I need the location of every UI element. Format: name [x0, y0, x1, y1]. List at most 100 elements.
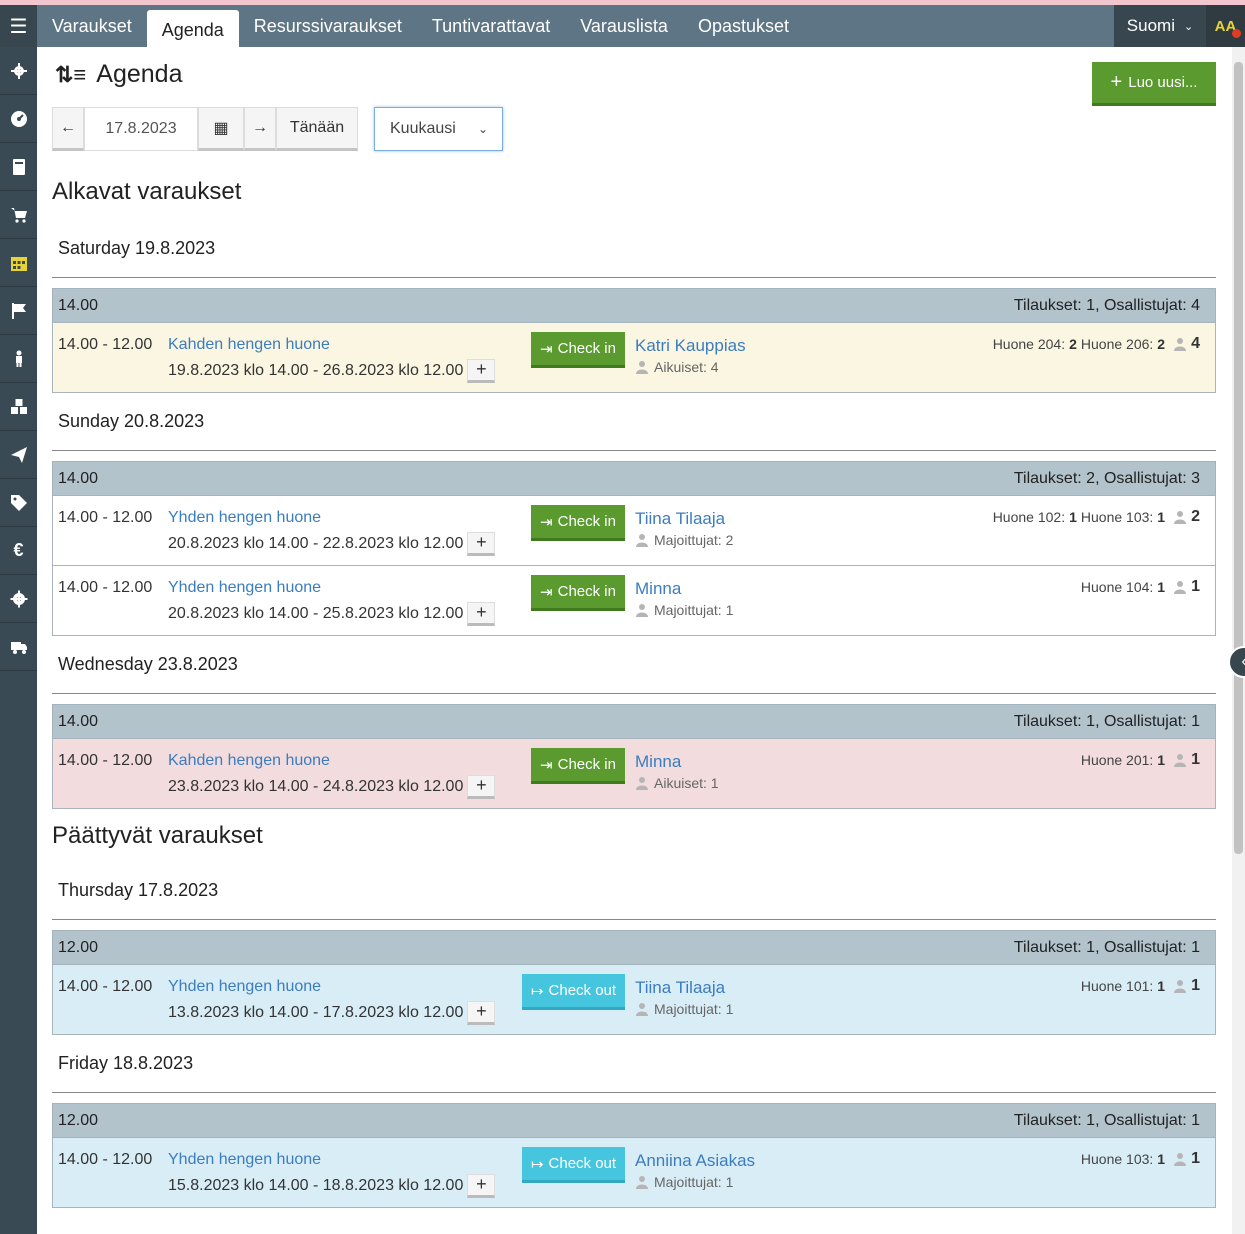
guest-name-link[interactable]: Tiina Tilaaja — [635, 509, 725, 529]
scrollbar-thumb[interactable] — [1234, 62, 1243, 854]
time-group-header: 12.00 Tilaukset: 1, Osallistujat: 1 — [52, 930, 1216, 965]
expand-plus-button[interactable]: + — [467, 775, 496, 799]
text-size-button[interactable]: AA — [1206, 5, 1245, 47]
room-name: Huone 204: — [992, 336, 1066, 352]
room-quantity: 1 — [1157, 752, 1166, 768]
date-input[interactable]: 17.8.2023 — [84, 107, 198, 151]
person-icon — [635, 533, 649, 547]
room-quantity: 1 — [1069, 509, 1077, 525]
tag-icon[interactable] — [0, 479, 37, 527]
person-icon[interactable] — [0, 335, 37, 383]
date-navigation: ← 17.8.2023 ▦ → Tänään — [52, 107, 358, 151]
period-select[interactable]: Kuukausi ⌄ — [374, 107, 503, 151]
truck-icon[interactable] — [0, 623, 37, 671]
check-in-button[interactable]: ⇥ Check in — [531, 332, 625, 368]
hamburger-icon[interactable]: ☰ — [0, 5, 37, 47]
tab-tuntivarattavat[interactable]: Tuntivarattavat — [417, 5, 565, 47]
create-new-button[interactable]: + Luo uusi... — [1092, 62, 1216, 106]
cubes-icon[interactable] — [0, 383, 37, 431]
calendar-picker-icon[interactable]: ▦ — [198, 107, 244, 151]
participant-count: 1 — [1191, 578, 1200, 595]
previous-arrow-icon[interactable]: ← — [52, 107, 84, 151]
room-type-link[interactable]: Yhden hengen huone — [168, 509, 321, 527]
room-assignments: Huone 204: 2 Huone 206: 2 4 — [993, 335, 1200, 353]
room-type-link[interactable]: Yhden hengen huone — [168, 1151, 321, 1169]
guest-count: Majoittujat: 1 — [635, 602, 733, 618]
booking-range-text: 19.8.2023 klo 14.00 - 26.8.2023 klo 12.0… — [168, 362, 464, 380]
room-type-link[interactable]: Kahden hengen huone — [168, 752, 330, 770]
check-out-button[interactable]: ↦ Check out — [522, 1147, 625, 1183]
send-icon[interactable] — [0, 431, 37, 479]
tab-varaukset[interactable]: Varaukset — [37, 5, 147, 47]
participant-count: 2 — [1191, 508, 1200, 525]
room-type-link[interactable]: Yhden hengen huone — [168, 978, 321, 996]
guest-count-text: Aikuiset: 1 — [654, 775, 719, 791]
expand-plus-button[interactable]: + — [467, 1174, 496, 1198]
guest-name-link[interactable]: Tiina Tilaaja — [635, 978, 725, 998]
person-icon — [1173, 979, 1187, 993]
language-selector[interactable]: Suomi ⌄ — [1114, 5, 1206, 47]
expand-plus-button[interactable]: + — [467, 602, 496, 626]
guest-count-text: Aikuiset: 4 — [654, 359, 719, 375]
tab-agenda[interactable]: Agenda — [146, 10, 239, 47]
check-in-button[interactable]: ⇥ Check in — [531, 505, 625, 541]
room-name: Huone 104: — [1080, 579, 1154, 595]
room-quantity: 1 — [1157, 579, 1166, 595]
sign-out-icon: ↦ — [530, 1155, 544, 1173]
room-quantity: 1 — [1157, 509, 1166, 525]
room-name: Huone 201: — [1080, 752, 1154, 768]
expand-plus-button[interactable]: + — [467, 1001, 496, 1025]
cart-icon[interactable] — [0, 191, 37, 239]
group-time: 14.00 — [58, 470, 99, 487]
language-label: Suomi — [1126, 16, 1175, 35]
booking-row: 14.00 - 12.00 Yhden hengen huone 15.8.2023… — [52, 1138, 1216, 1208]
tab-opastukset[interactable]: Opastukset — [683, 5, 804, 47]
today-button[interactable]: Tänään — [276, 107, 358, 151]
group-summary: Tilaukset: 1, Osallistujat: 1 — [1013, 1112, 1200, 1129]
day-divider — [52, 277, 1216, 278]
day-divider — [52, 1092, 1216, 1093]
book-icon[interactable] — [0, 143, 37, 191]
booking-row: 14.00 - 12.00 Kahden hengen huone 23.8.202… — [52, 739, 1216, 809]
tab-resurssivaraukset[interactable]: Resurssivaraukset — [239, 5, 417, 47]
guest-count-text: Majoittujat: 2 — [654, 532, 734, 548]
guest-name-link[interactable]: Katri Kauppias — [635, 336, 746, 356]
dashboard-icon[interactable] — [0, 95, 37, 143]
booking-range-text: 20.8.2023 klo 14.00 - 22.8.2023 klo 12.0… — [168, 535, 464, 553]
room-quantity: 2 — [1069, 336, 1077, 352]
time-group-header: 14.00 Tilaukset: 1, Osallistujat: 4 — [52, 288, 1216, 323]
guest-name-link[interactable]: Minna — [635, 752, 681, 772]
expand-plus-button[interactable]: + — [467, 359, 496, 383]
page-title: ⇅≡ Agenda — [55, 60, 182, 89]
calendar-icon[interactable] — [0, 239, 37, 287]
guest-count-text: Majoittujat: 1 — [654, 1001, 734, 1017]
period-select-value: Kuukausi — [390, 120, 456, 137]
expand-plus-button[interactable]: + — [467, 532, 496, 556]
booking-range: 15.8.2023 klo 14.00 - 18.8.2023 klo 12.0… — [168, 1174, 496, 1198]
chevron-down-icon: ⌄ — [477, 122, 488, 136]
room-assignments: Huone 101: 1 1 — [1081, 977, 1200, 995]
collapse-panel-icon[interactable]: ‹ — [1228, 646, 1245, 678]
room-assignments: Huone 102: 1 Huone 103: 1 2 — [993, 508, 1200, 526]
check-in-button[interactable]: ⇥ Check in — [531, 748, 625, 784]
euro-icon[interactable]: € — [0, 527, 37, 575]
gears-icon[interactable] — [0, 47, 37, 95]
room-type-link[interactable]: Yhden hengen huone — [168, 579, 321, 597]
settings-icon[interactable] — [0, 575, 37, 623]
room-name: Huone 101: — [1080, 978, 1154, 994]
participant-count: 4 — [1191, 335, 1200, 352]
group-summary: Tilaukset: 2, Osallistujat: 3 — [1013, 470, 1200, 487]
guest-name-link[interactable]: Anniina Asiakas — [635, 1151, 755, 1171]
tab-varauslista[interactable]: Varauslista — [565, 5, 683, 47]
next-arrow-icon[interactable]: → — [244, 107, 276, 151]
day-heading: Sunday 20.8.2023 — [58, 411, 205, 431]
room-type-link[interactable]: Kahden hengen huone — [168, 336, 330, 354]
sign-in-icon: ⇥ — [540, 756, 553, 774]
check-out-button[interactable]: ↦ Check out — [522, 974, 625, 1010]
group-summary: Tilaukset: 1, Osallistujat: 1 — [1013, 713, 1200, 730]
check-in-button[interactable]: ⇥ Check in — [531, 575, 625, 611]
flag-icon[interactable] — [0, 287, 37, 335]
guest-name-link[interactable]: Minna — [635, 579, 681, 599]
booking-time: 14.00 - 12.00 — [58, 978, 153, 995]
booking-time: 14.00 - 12.00 — [58, 752, 153, 769]
